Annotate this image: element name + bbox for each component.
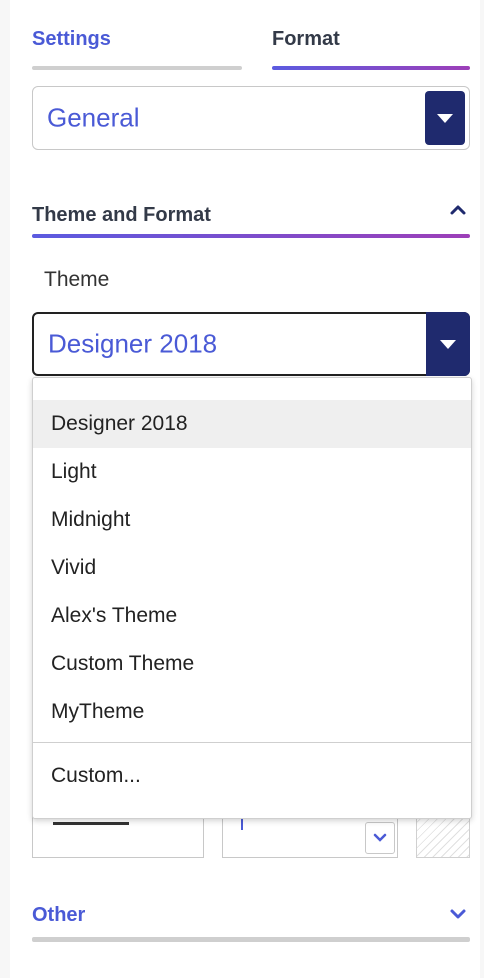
theme-option-custom[interactable]: Custom... [33,752,471,800]
caret-down-icon [440,339,456,349]
line-style-preview [53,822,129,825]
category-select[interactable]: General [32,86,470,150]
chevron-down-icon [373,833,387,842]
line-width-spinner[interactable] [365,822,395,854]
theme-label: Theme [44,268,110,291]
theme-select-value: Designer 2018 [48,328,218,359]
section-title: Other [32,904,86,926]
theme-option[interactable]: Alex's Theme [33,592,471,640]
section-other[interactable]: Other [32,898,470,942]
dropdown-divider [33,742,471,743]
chevron-down-icon[interactable] [448,904,468,924]
theme-option[interactable]: Vivid [33,544,471,592]
tab-format-label: Format [272,28,340,50]
theme-select[interactable]: Designer 2018 [32,312,470,376]
theme-option[interactable]: Designer 2018 [33,400,471,448]
theme-option[interactable]: Light [33,448,471,496]
theme-dropdown-list: Designer 2018 Light Midnight Vivid Alex'… [32,377,472,819]
theme-option[interactable]: Custom Theme [33,640,471,688]
section-underline [32,234,470,238]
tab-format-underline [272,66,470,70]
category-select-value: General [47,102,140,133]
tab-settings-underline [32,66,242,70]
section-underline [32,937,470,942]
chevron-up-icon[interactable] [448,200,468,220]
tab-settings[interactable]: Settings [32,26,242,72]
theme-select-button[interactable] [426,312,470,376]
section-title: Theme and Format [32,204,211,226]
section-theme-and-format[interactable]: Theme and Format [32,194,470,238]
caret-down-icon [437,113,453,123]
text-cursor [241,818,243,830]
theme-option[interactable]: Midnight [33,496,471,544]
tab-settings-label: Settings [32,28,111,50]
theme-option[interactable]: MyTheme [33,688,471,736]
tab-format[interactable]: Format [272,26,470,72]
category-select-button[interactable] [425,91,465,145]
